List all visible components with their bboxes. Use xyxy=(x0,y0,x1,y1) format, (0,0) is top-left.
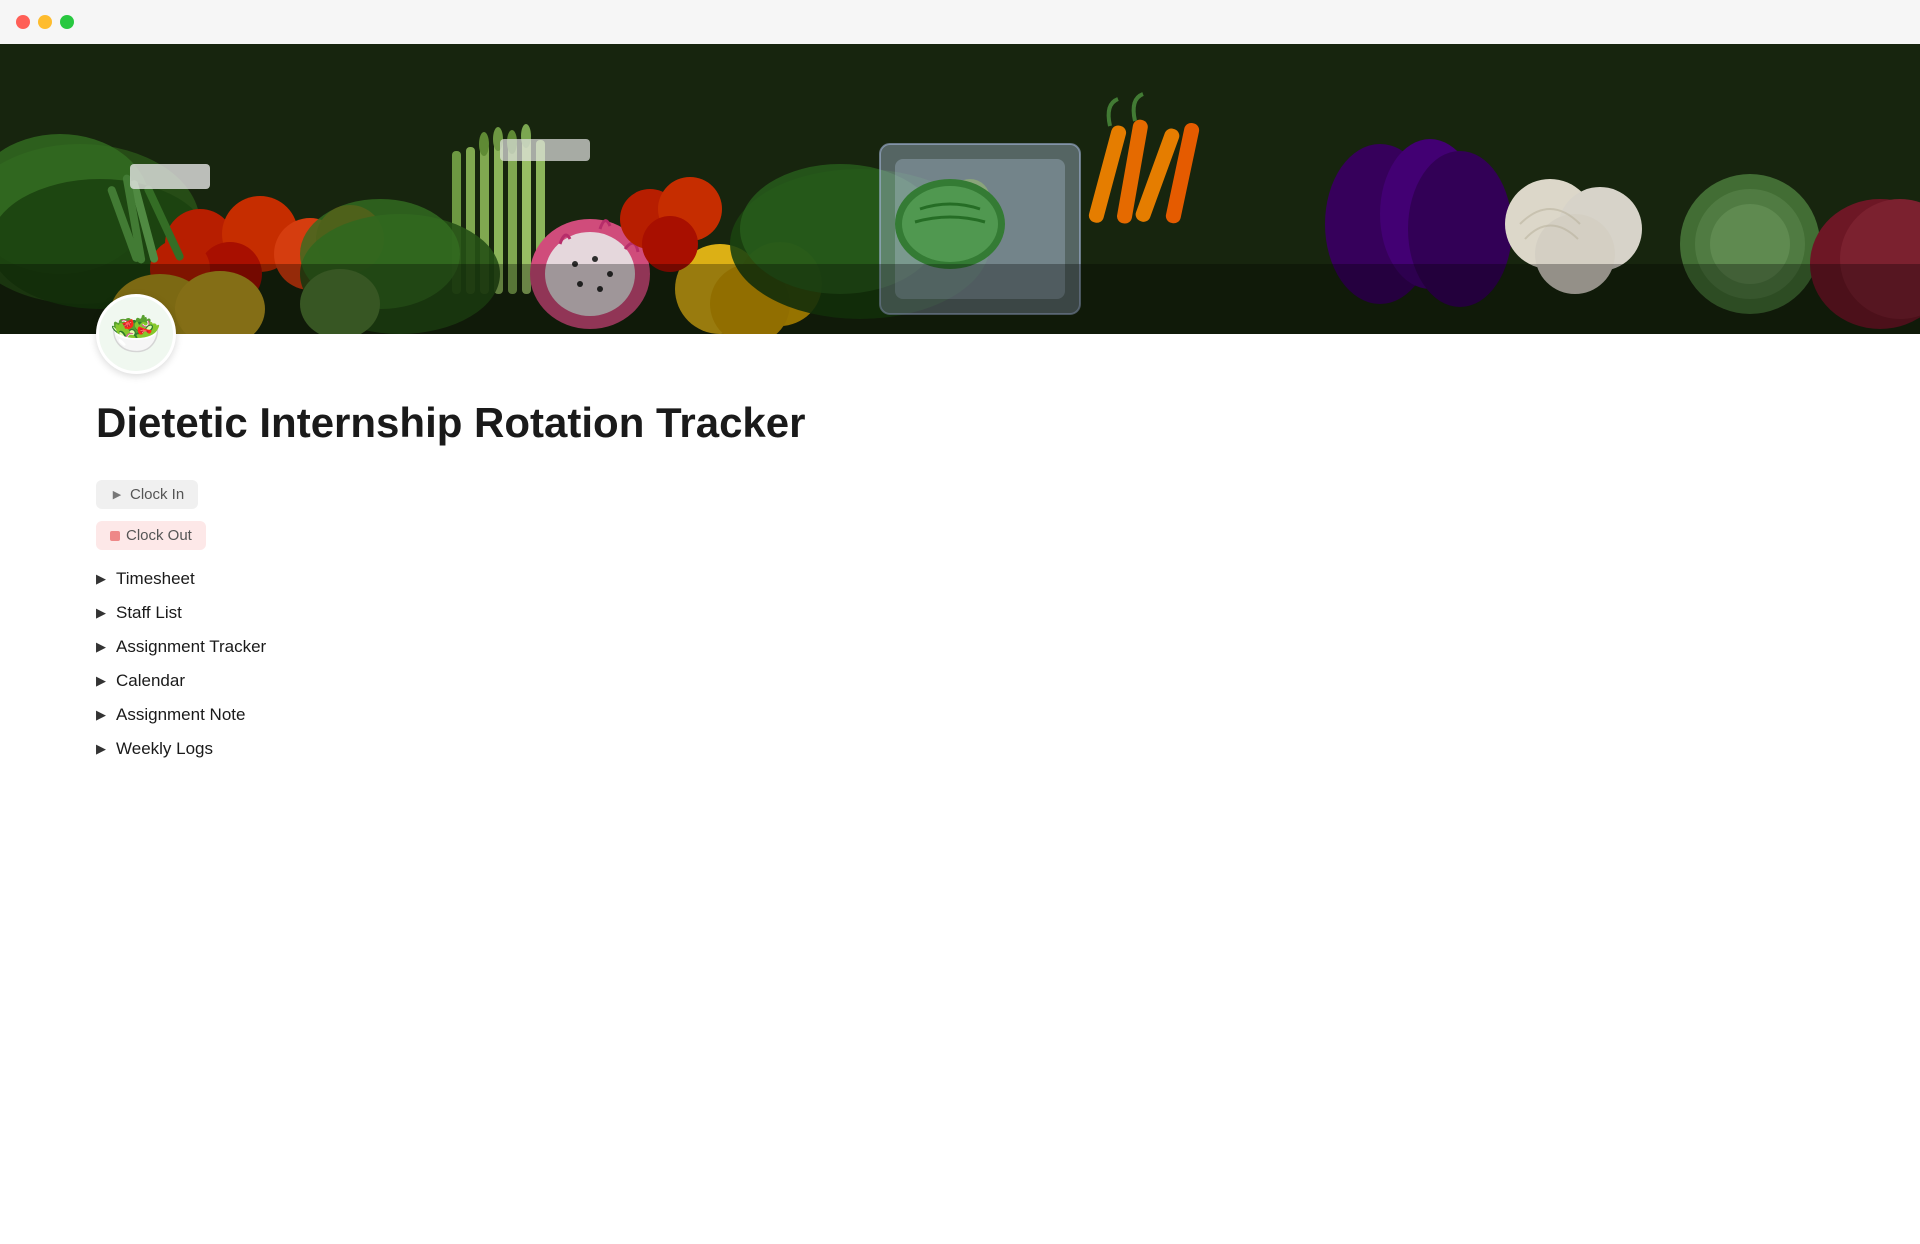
titlebar xyxy=(0,0,1920,44)
page-icon: 🥗 xyxy=(96,294,176,374)
arrow-icon-weekly-logs: ▶ xyxy=(96,741,106,757)
page-body: Dietetic Internship Rotation Tracker ▶ C… xyxy=(0,374,1920,826)
clock-out-button[interactable]: Clock Out xyxy=(96,521,206,550)
list-label-weekly-logs: Weekly Logs xyxy=(116,739,213,759)
list-item-assignment-note[interactable]: ▶ Assignment Note xyxy=(96,698,1824,732)
list-label-assignment-tracker: Assignment Tracker xyxy=(116,637,266,657)
arrow-icon-timesheet: ▶ xyxy=(96,571,106,587)
hero-image xyxy=(0,44,1920,334)
list-item-timesheet[interactable]: ▶ Timesheet xyxy=(96,562,1824,596)
page-title: Dietetic Internship Rotation Tracker xyxy=(96,398,1824,448)
arrow-icon-calendar: ▶ xyxy=(96,673,106,689)
stop-icon xyxy=(110,531,120,541)
clock-out-row: Clock Out xyxy=(96,521,1824,550)
clock-out-label: Clock Out xyxy=(126,527,192,544)
clock-in-label: Clock In xyxy=(130,486,184,503)
list-label-assignment-note: Assignment Note xyxy=(116,705,245,725)
arrow-icon-staff-list: ▶ xyxy=(96,605,106,621)
list-item-staff-list[interactable]: ▶ Staff List xyxy=(96,596,1824,630)
list-label-calendar: Calendar xyxy=(116,671,185,691)
clock-in-row: ▶ Clock In xyxy=(96,480,1824,509)
arrow-icon-assignment-tracker: ▶ xyxy=(96,639,106,655)
list-item-calendar[interactable]: ▶ Calendar xyxy=(96,664,1824,698)
list-label-timesheet: Timesheet xyxy=(116,569,195,589)
minimize-button[interactable] xyxy=(38,15,52,29)
arrow-icon-assignment-note: ▶ xyxy=(96,707,106,723)
list-item-weekly-logs[interactable]: ▶ Weekly Logs xyxy=(96,732,1824,766)
list-item-assignment-tracker[interactable]: ▶ Assignment Tracker xyxy=(96,630,1824,664)
list-label-staff-list: Staff List xyxy=(116,603,182,623)
play-icon: ▶ xyxy=(110,488,124,502)
main-content: 🥗 Dietetic Internship Rotation Tracker ▶… xyxy=(0,44,1920,1200)
clock-in-button[interactable]: ▶ Clock In xyxy=(96,480,198,509)
maximize-button[interactable] xyxy=(60,15,74,29)
list-section: ▶ Timesheet ▶ Staff List ▶ Assignment Tr… xyxy=(96,562,1824,766)
close-button[interactable] xyxy=(16,15,30,29)
